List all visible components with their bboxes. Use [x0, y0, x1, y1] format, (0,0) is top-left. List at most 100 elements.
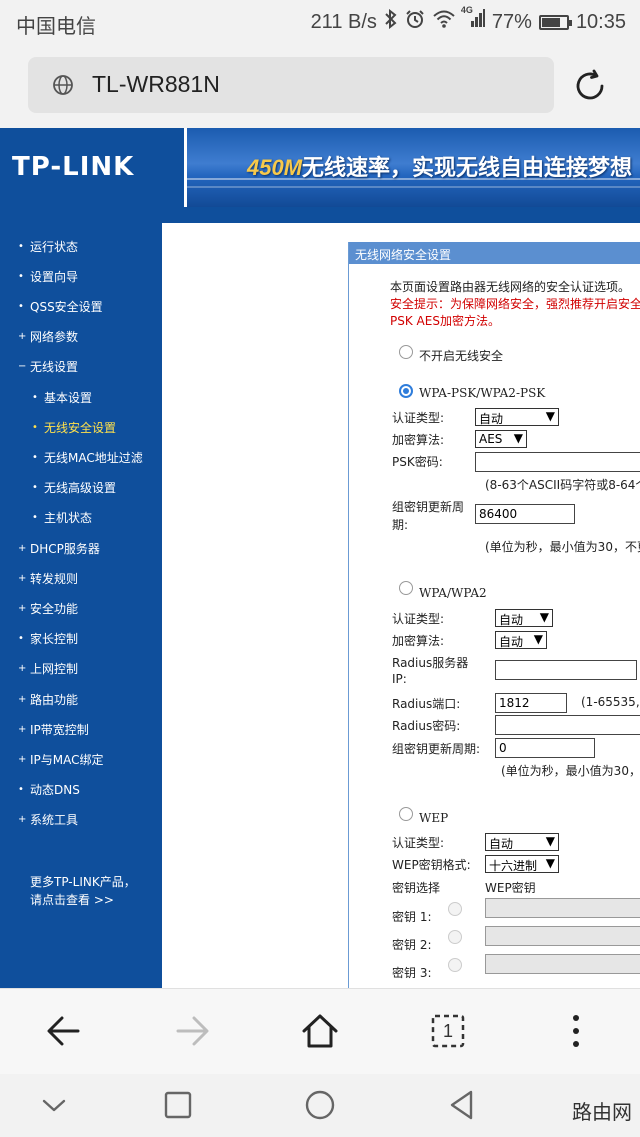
sidebar-item-label: 上网控制 [30, 662, 79, 677]
sidebar-item[interactable]: + 转发规则 [18, 567, 78, 589]
sidebar-item[interactable]: + 系统工具 [18, 809, 78, 831]
chevron-down-icon: ▼ [545, 856, 555, 870]
sidebar-item-label: 转发规则 [30, 571, 79, 586]
bullet-icon: • [18, 784, 24, 796]
radius-port-input[interactable] [495, 693, 567, 713]
url-field[interactable]: TL-WR881N [28, 57, 554, 113]
sidebar-item[interactable]: + IP与MAC绑定 [18, 748, 104, 770]
sidebar-item-label: 无线高级设置 [44, 481, 117, 496]
reload-icon[interactable] [572, 68, 608, 104]
alarm-icon [405, 9, 425, 35]
wep-key-1-input[interactable] [485, 898, 640, 918]
sidebar-item[interactable]: • 运行状态 [18, 235, 78, 257]
bullet-icon: + [18, 663, 27, 675]
wpa-enc-select[interactable]: 自动 ▼ [495, 631, 547, 649]
radius-ip-label-2: IP: [392, 672, 407, 686]
sidebar-item-label: 设置向导 [30, 269, 79, 284]
wep-key-2-input[interactable] [485, 926, 640, 946]
radius-password-input[interactable] [495, 715, 640, 735]
back-triangle-icon[interactable] [445, 1088, 479, 1122]
sidebar-item[interactable]: • 无线MAC地址过滤 [32, 446, 143, 468]
panel-title: 无线网络安全设置 [349, 242, 640, 264]
sidebar-item[interactable]: • 设置向导 [18, 265, 78, 287]
more-menu-icon[interactable] [554, 1009, 598, 1053]
battery-icon [538, 14, 572, 30]
wep-format-label: WEP密钥格式: [392, 858, 471, 872]
bullet-icon: • [18, 300, 24, 312]
banner-image: 450M无线速率，实现无线自由连接梦想 [187, 128, 640, 207]
sidebar-item[interactable]: + 安全功能 [18, 597, 78, 619]
sidebar-item[interactable]: • 基本设置 [32, 386, 92, 408]
sidebar-item[interactable]: + 网络参数 [18, 326, 78, 348]
wifi-icon [432, 9, 456, 35]
wep-auth-select[interactable]: 自动 ▼ [485, 833, 559, 851]
psk-enc-select[interactable]: AES ▼ [475, 430, 527, 448]
wep-key-1-radio[interactable] [448, 902, 462, 916]
bullet-icon: + [18, 602, 27, 614]
home-icon[interactable] [298, 1009, 342, 1053]
hide-nav-icon[interactable] [37, 1088, 71, 1122]
wpa-auth-select[interactable]: 自动 ▼ [495, 609, 553, 627]
radius-ip-input[interactable] [495, 660, 637, 680]
wpa-renew-label: 组密钥更新周期: [392, 742, 481, 756]
sidebar-item[interactable]: • 家长控制 [18, 628, 78, 650]
security-tip: 安全提示：为保障网络安全，强烈推荐开启安全 [390, 297, 640, 311]
psk-password-label: PSK密码: [392, 455, 443, 469]
sidebar-item[interactable]: • 动态DNS [18, 779, 80, 801]
wpa-renew-input[interactable] [495, 738, 595, 758]
status-bar: 中国电信 211 B/s 4G 77% 10:35 [0, 0, 640, 44]
psk-password-input[interactable] [475, 452, 640, 472]
bullet-icon: − [18, 361, 27, 373]
wep-format-value: 十六进制 [489, 859, 538, 873]
back-arrow-icon[interactable] [42, 1009, 86, 1053]
recents-icon[interactable] [161, 1088, 195, 1122]
bullet-icon: • [32, 451, 38, 463]
sidebar-item[interactable]: + IP带宽控制 [18, 718, 89, 740]
sidebar-item-label: 运行状态 [30, 239, 79, 254]
sidebar-item[interactable]: • QSS安全设置 [18, 295, 103, 317]
wpa-psk-radio[interactable] [399, 384, 413, 398]
wep-format-select[interactable]: 十六进制 ▼ [485, 855, 559, 873]
sidebar-item-label: IP带宽控制 [30, 722, 89, 737]
wep-key-3-radio[interactable] [448, 958, 462, 972]
wpa-radio[interactable] [399, 581, 413, 595]
bullet-icon: + [18, 814, 27, 826]
wep-radio[interactable] [399, 807, 413, 821]
sidebar-item[interactable]: + 路由功能 [18, 688, 78, 710]
radius-port-hint: (1-65535, [581, 695, 640, 709]
sidebar-item-label: 主机状态 [44, 511, 93, 526]
psk-auth-label: 认证类型: [392, 411, 445, 425]
wireless-security-panel: 无线网络安全设置 本页面设置路由器无线网络的安全认证选项。 安全提示：为保障网络… [348, 242, 640, 988]
wpa-enc-label: 加密算法: [392, 634, 445, 648]
intro-text: 本页面设置路由器无线网络的安全认证选项。 [390, 280, 631, 294]
wep-key-column-label: WEP密钥 [485, 881, 536, 895]
tplink-logo: TP-LINK [12, 152, 135, 182]
sidebar-item[interactable]: • 主机状态 [32, 507, 92, 529]
banner-streak [187, 186, 640, 188]
more-products-link[interactable]: 更多TP-LINK产品， 请点击查看 >> [30, 873, 136, 909]
chevron-down-icon: ▼ [513, 431, 523, 445]
wep-key-3-input[interactable] [485, 954, 640, 974]
psk-renew-label-2: 期: [392, 518, 409, 532]
sidebar-item[interactable]: • 无线高级设置 [32, 477, 116, 499]
tab-count: 1 [442, 1020, 453, 1041]
sidebar-item[interactable]: + DHCP服务器 [18, 537, 100, 559]
wpa-psk-label: WPA-PSK/WPA2-PSK [419, 386, 546, 400]
psk-renew-input[interactable] [475, 504, 575, 524]
no-security-radio[interactable] [399, 345, 413, 359]
bullet-icon: + [18, 723, 27, 735]
home-circle-icon[interactable] [303, 1088, 337, 1122]
bullet-icon: • [32, 512, 38, 524]
tabs-icon[interactable]: 1 [426, 1009, 470, 1053]
wpa-auth-value: 自动 [499, 613, 524, 627]
psk-auth-select[interactable]: 自动 ▼ [475, 408, 559, 426]
radius-ip-label: Radius服务器 [392, 656, 469, 670]
sidebar-item[interactable]: − 无线设置 [18, 356, 78, 378]
sidebar: • 运行状态 • 设置向导 • QSS安全设置 + 网络参数 − 无线设置 • 基本设置 • 无线安全设置… [0, 207, 162, 988]
sidebar-item[interactable]: • 无线安全设置 [32, 416, 116, 438]
forward-arrow-icon[interactable] [170, 1009, 214, 1053]
psk-enc-value: AES [479, 432, 503, 446]
sidebar-item[interactable]: + 上网控制 [18, 658, 78, 680]
wep-key-2-radio[interactable] [448, 930, 462, 944]
wep-key-1-label: 密钥 1: [392, 910, 432, 924]
